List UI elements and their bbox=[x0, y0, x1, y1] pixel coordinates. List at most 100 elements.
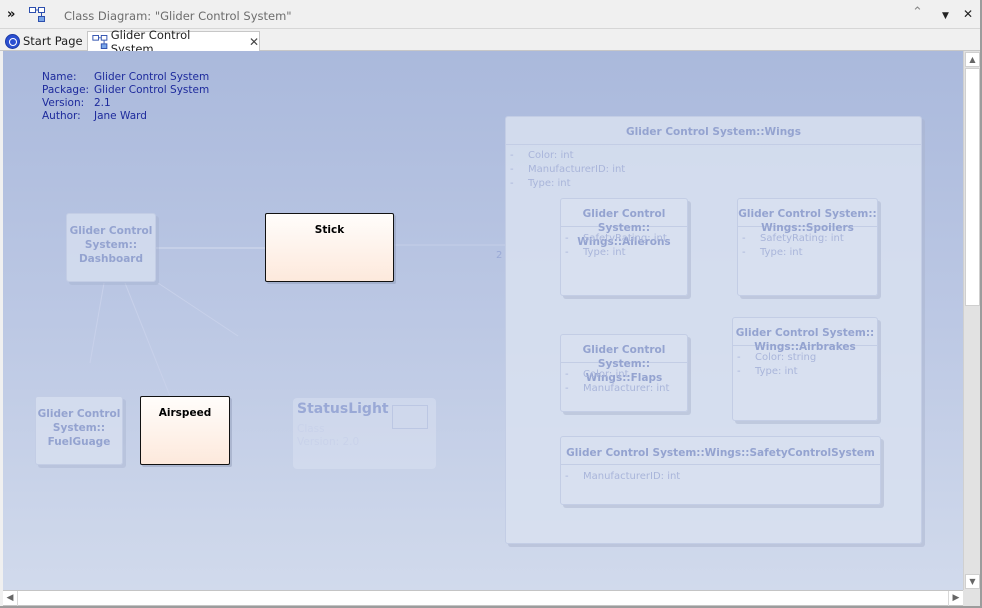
note-row: Package: Glider Control System bbox=[42, 84, 209, 97]
horizontal-scroll-thumb[interactable] bbox=[19, 591, 946, 605]
tab-label: Start Page bbox=[23, 34, 83, 48]
note-key: Author: bbox=[42, 110, 81, 122]
attribute-text: SafetyRating: int bbox=[760, 233, 844, 244]
expand-panel-button[interactable]: » bbox=[7, 7, 16, 22]
element-wings[interactable]: Glider Control System::Wings - Color: int… bbox=[505, 116, 922, 544]
note-row: Name: Glider Control System bbox=[42, 71, 209, 84]
element-stick[interactable]: Stick bbox=[265, 213, 394, 282]
class-diagram-icon bbox=[92, 35, 108, 49]
element-ailerons[interactable]: Glider Control System:: Wings::Ailerons … bbox=[560, 198, 688, 296]
close-window-button[interactable]: ✕ bbox=[963, 7, 973, 21]
element-stereotype: Class bbox=[297, 423, 325, 435]
attribute: - Type: int bbox=[733, 365, 877, 379]
attribute: - SafetyRating: int bbox=[738, 232, 877, 246]
attribute-text: ManufacturerID: int bbox=[583, 471, 681, 482]
element-spoilers[interactable]: Glider Control System:: Wings::Spoilers … bbox=[737, 198, 878, 296]
note-value: Glider Control System bbox=[94, 71, 210, 83]
element-airbrakes[interactable]: Glider Control System:: Wings::Airbrakes… bbox=[732, 317, 878, 421]
element-name: Airspeed bbox=[158, 407, 212, 419]
element-name: Glider Control System:: Wings::Flaps bbox=[561, 335, 687, 384]
element-flaps[interactable]: Glider Control System:: Wings::Flaps - Co… bbox=[560, 334, 688, 412]
element-airspeed[interactable]: Airspeed bbox=[140, 396, 230, 465]
attribute-text: Type: int bbox=[583, 247, 626, 258]
visibility-marker: - bbox=[565, 233, 569, 244]
close-tab-icon[interactable]: ✕ bbox=[249, 35, 259, 49]
element-name: Glider Control System:: Wings::Airbrakes bbox=[733, 318, 877, 353]
note-key: Package: bbox=[42, 84, 90, 96]
scroll-left-button[interactable]: ◀ bbox=[3, 591, 18, 606]
connector-dashboard-fuelgauge[interactable] bbox=[89, 282, 105, 364]
note-value: Jane Ward bbox=[94, 110, 147, 122]
element-name: StatusLight bbox=[297, 401, 389, 417]
tab-start-page[interactable]: Start Page bbox=[5, 31, 83, 51]
attribute-list: - SafetyRating: int - Type: int bbox=[738, 227, 877, 260]
attribute-text: Type: int bbox=[760, 247, 803, 258]
element-fuel-gauge[interactable]: Glider Control System:: FuelGuage bbox=[35, 396, 123, 465]
element-status-light[interactable]: StatusLight Class Version: 2.0 bbox=[293, 398, 436, 469]
visibility-marker: - bbox=[737, 352, 741, 363]
attribute: - ManufacturerID: int bbox=[561, 470, 880, 484]
element-name: Glider Control System::Wings::SafetyCont… bbox=[561, 437, 880, 465]
connector-multiplicity-label: 2 bbox=[496, 250, 503, 261]
window-title: Class Diagram: "Glider Control System" bbox=[64, 9, 292, 23]
attribute: - Color: int bbox=[561, 368, 687, 382]
tab-bar: Start Page Glider Control System ✕ ◁ ▷ bbox=[0, 28, 982, 73]
visibility-marker: - bbox=[510, 164, 514, 175]
visibility-marker: - bbox=[742, 233, 746, 244]
attribute-list: - Color: int - ManufacturerID: int - Type: … bbox=[506, 145, 921, 191]
element-name-line: Glider Control bbox=[69, 225, 153, 237]
vertical-scroll-thumb[interactable] bbox=[965, 68, 980, 306]
element-dashboard[interactable]: Glider Control System:: Dashboard bbox=[66, 213, 156, 282]
visibility-marker: - bbox=[737, 366, 741, 377]
connector-dashboard-airspeed[interactable] bbox=[124, 282, 171, 397]
element-name-line: System:: bbox=[84, 239, 138, 251]
connector-dashboard-statuslight[interactable] bbox=[157, 282, 239, 337]
element-safety-control-system[interactable]: Glider Control System::Wings::SafetyCont… bbox=[560, 436, 881, 505]
vertical-scrollbar[interactable]: ▲ ▼ bbox=[963, 51, 980, 590]
note-value: Glider Control System bbox=[94, 84, 210, 96]
attribute-list: - ManufacturerID: int bbox=[561, 465, 880, 484]
element-version: Version: 2.0 bbox=[297, 436, 360, 448]
element-name-line: FuelGuage bbox=[47, 436, 111, 448]
start-page-icon bbox=[5, 33, 20, 49]
window-title-bar: » Class Diagram: "Glider Control System"… bbox=[0, 0, 982, 29]
attribute: - ManufacturerID: int bbox=[506, 163, 921, 177]
double-chevron-up-icon[interactable]: ⌃ bbox=[912, 5, 923, 20]
dropdown-triangle-icon[interactable]: ▼ bbox=[942, 11, 949, 21]
element-name-line: System:: bbox=[52, 422, 106, 434]
tab-glider-control-system[interactable]: Glider Control System ✕ bbox=[87, 28, 260, 56]
attribute: - Manufacturer: int bbox=[561, 382, 687, 396]
note-key: Name: bbox=[42, 71, 77, 83]
horizontal-scrollbar[interactable]: ◀ ▶ bbox=[3, 590, 963, 606]
visibility-marker: - bbox=[565, 247, 569, 258]
element-name-line: Dashboard bbox=[78, 253, 144, 265]
attribute-text: Type: int bbox=[528, 178, 571, 189]
attribute-text: Color: int bbox=[528, 150, 574, 161]
diagram-notes: Name: Glider Control System Package: Glide… bbox=[42, 71, 209, 123]
scroll-down-button[interactable]: ▼ bbox=[965, 574, 980, 589]
status-light-swatch bbox=[392, 405, 428, 429]
attribute: - Color: int bbox=[506, 149, 921, 163]
attribute-list: - Color: int - Manufacturer: int bbox=[561, 363, 687, 396]
element-name-line: Glider Control System::Wings::SafetyCont… bbox=[566, 447, 875, 459]
note-row: Author: Jane Ward bbox=[42, 110, 209, 123]
element-name-line: Glider Control bbox=[37, 408, 121, 420]
attribute-text: Manufacturer: int bbox=[583, 383, 670, 394]
attribute-text: Type: int bbox=[755, 366, 798, 377]
note-row: Version: 2.1 bbox=[42, 97, 209, 110]
diagram-canvas[interactable]: Name: Glider Control System Package: Glide… bbox=[3, 51, 963, 590]
attribute: - Type: int bbox=[506, 177, 921, 191]
scrollbar-corner bbox=[963, 590, 980, 606]
visibility-marker: - bbox=[565, 471, 569, 482]
element-name-line: Glider Control System:: bbox=[738, 208, 877, 220]
scroll-up-button[interactable]: ▲ bbox=[965, 52, 980, 67]
note-value: 2.1 bbox=[94, 97, 111, 109]
element-name: Glider Control System:: Wings::Spoilers bbox=[738, 199, 877, 234]
note-key: Version: bbox=[42, 97, 85, 109]
attribute-text: Color: int bbox=[583, 369, 629, 380]
element-name-line: Glider Control System:: bbox=[735, 327, 875, 339]
visibility-marker: - bbox=[742, 247, 746, 258]
scroll-right-button[interactable]: ▶ bbox=[948, 591, 963, 606]
attribute-text: ManufacturerID: int bbox=[528, 164, 626, 175]
visibility-marker: - bbox=[565, 369, 569, 380]
